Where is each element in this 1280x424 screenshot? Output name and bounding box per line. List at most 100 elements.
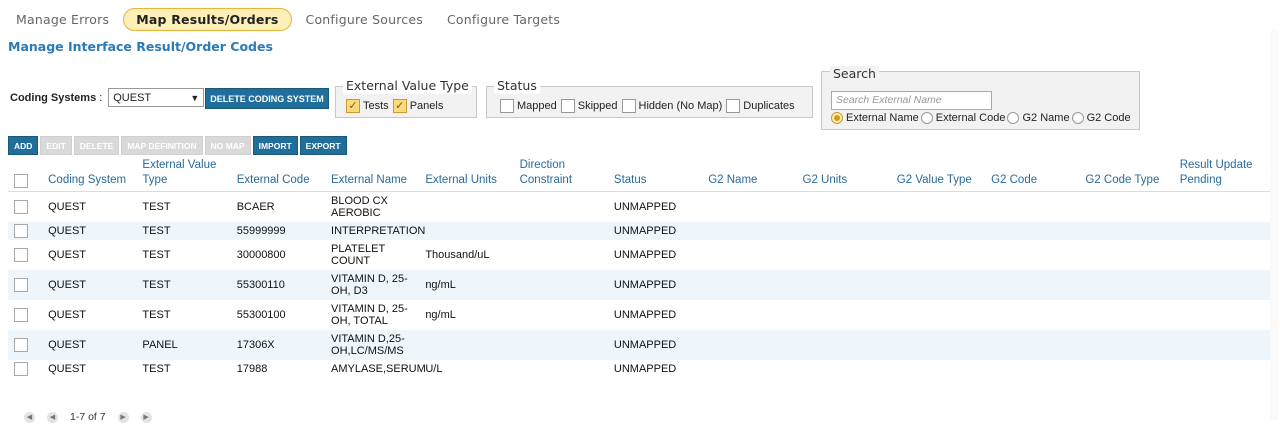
- first-page-icon[interactable]: ◀: [24, 411, 35, 423]
- row-checkbox[interactable]: [14, 307, 28, 322]
- export-button[interactable]: EXPORT: [299, 136, 347, 155]
- cell-status: UNMAPPED: [613, 329, 709, 360]
- table-row[interactable]: QUEST TEST 55300100 VITAMIN D, 25-OH, TO…: [8, 299, 1270, 330]
- cell-coding-system: QUEST: [48, 329, 143, 360]
- col-result-update-pending[interactable]: Result Update Pending: [1179, 158, 1270, 192]
- cell-coding-system: QUEST: [48, 359, 143, 378]
- cell-status: UNMAPPED: [613, 359, 709, 378]
- cell-coding-system: QUEST: [48, 269, 143, 300]
- cell-units: ng/mL: [425, 269, 520, 300]
- radio-g2-name[interactable]: G2 Name: [1007, 112, 1070, 124]
- coding-system-select[interactable]: QUEST ▼: [108, 88, 205, 107]
- cell-units: ng/mL: [425, 299, 520, 330]
- cell-coding-system: QUEST: [48, 299, 143, 330]
- status-legend: Status: [494, 78, 540, 94]
- cell-direction: [519, 269, 614, 300]
- select-all-checkbox[interactable]: [14, 174, 28, 188]
- no-map-button[interactable]: NO MAP: [204, 136, 251, 155]
- cell-status: UNMAPPED: [613, 269, 709, 300]
- tab-configure-sources[interactable]: Configure Sources: [296, 8, 433, 31]
- table-row[interactable]: QUEST TEST 55999999 INTERPRETATION UNMAP…: [8, 221, 1270, 240]
- col-external-code[interactable]: External Code: [236, 158, 332, 192]
- row-checkbox[interactable]: [14, 361, 28, 376]
- next-page-icon[interactable]: ▶: [117, 411, 129, 423]
- import-button[interactable]: IMPORT: [252, 136, 298, 155]
- tab-map-results-orders[interactable]: Map Results/Orders: [123, 7, 292, 31]
- cell-code: 55999999: [236, 221, 332, 240]
- table-row[interactable]: QUEST TEST 17988 AMYLASE,SERUM U/L UNMAP…: [8, 359, 1270, 378]
- delete-button[interactable]: DELETE: [73, 136, 120, 155]
- row-checkbox[interactable]: [14, 223, 28, 238]
- skipped-checkbox[interactable]: Skipped: [560, 99, 618, 113]
- cell-type: TEST: [142, 239, 237, 270]
- cell-type: TEST: [142, 359, 237, 378]
- add-button[interactable]: ADD: [8, 136, 39, 155]
- last-page-icon[interactable]: ▶: [140, 411, 152, 423]
- table-row[interactable]: QUEST TEST 30000800 PLATELET COUNT Thous…: [8, 239, 1270, 270]
- prev-page-icon[interactable]: ◀: [47, 411, 58, 423]
- coding-system-selected: QUEST: [113, 91, 152, 104]
- col-g2-units[interactable]: G2 Units: [802, 158, 897, 192]
- skipped-label: Skipped: [577, 100, 618, 112]
- duplicates-checkbox[interactable]: Duplicates: [726, 99, 795, 113]
- panels-checkbox[interactable]: ✓ Panels: [392, 99, 443, 113]
- search-fieldset: Search Search External Name External Nam…: [821, 66, 1140, 130]
- delete-coding-system-button[interactable]: DELETE CODING SYSTEM: [205, 88, 329, 109]
- tab-bar: Manage Errors Map Results/Orders Configu…: [6, 6, 574, 32]
- chevron-down-icon: ▼: [190, 92, 200, 103]
- table-row[interactable]: QUEST TEST BCAER BLOOD CX AEROBIC UNMAPP…: [8, 191, 1270, 222]
- external-value-type-fieldset: External Value Type ✓ Tests ✓ Panels: [335, 78, 477, 118]
- tests-checkbox[interactable]: ✓ Tests: [346, 99, 389, 113]
- col-coding-system[interactable]: Coding System: [48, 158, 143, 192]
- map-definition-button[interactable]: MAP DEFINITION: [121, 136, 203, 155]
- hidden-no-map-checkbox[interactable]: Hidden (No Map): [621, 99, 722, 113]
- tests-label: Tests: [363, 100, 389, 112]
- radio-external-name-label: External Name: [846, 112, 919, 124]
- row-checkbox[interactable]: [14, 247, 28, 262]
- page-title: Manage Interface Result/Order Codes: [8, 39, 273, 54]
- cell-units: Thousand/uL: [425, 239, 520, 270]
- coding-systems-group: Coding Systems : QUEST ▼: [10, 88, 205, 107]
- col-g2-code[interactable]: G2 Code: [991, 158, 1086, 192]
- duplicates-label: Duplicates: [743, 100, 795, 112]
- cell-direction: [519, 221, 614, 240]
- cell-name: BLOOD CX AEROBIC: [331, 191, 426, 222]
- row-checkbox[interactable]: [14, 277, 28, 292]
- select-all-cell: [8, 158, 49, 192]
- row-checkbox[interactable]: [14, 199, 28, 214]
- cell-direction: [519, 239, 614, 270]
- check-icon: ✓: [392, 99, 407, 113]
- edit-button[interactable]: EDIT: [40, 136, 72, 155]
- col-g2-name[interactable]: G2 Name: [708, 158, 803, 192]
- col-external-value-type[interactable]: External Value Type: [142, 158, 237, 192]
- cell-name: VITAMIN D, 25-OH, D3: [331, 269, 426, 300]
- table-row[interactable]: QUEST TEST 55300110 VITAMIN D, 25-OH, D3…: [8, 269, 1270, 300]
- cell-units: [425, 191, 520, 222]
- radio-g2-code[interactable]: G2 Code: [1071, 112, 1131, 124]
- cell-code: 55300110: [236, 269, 332, 300]
- cell-direction: [519, 299, 614, 330]
- cell-direction: [519, 329, 614, 360]
- codes-table: Coding System External Value Type Extern…: [8, 158, 1270, 378]
- tab-configure-targets[interactable]: Configure Targets: [437, 8, 570, 31]
- radio-external-code[interactable]: External Code: [920, 112, 1005, 124]
- radio-external-name[interactable]: External Name: [831, 112, 919, 124]
- col-g2-value-type[interactable]: G2 Value Type: [896, 158, 992, 192]
- col-g2-code-type[interactable]: G2 Code Type: [1085, 158, 1180, 192]
- cell-status: UNMAPPED: [613, 221, 709, 240]
- tab-manage-errors[interactable]: Manage Errors: [6, 8, 119, 31]
- row-checkbox[interactable]: [14, 337, 28, 352]
- cell-type: TEST: [142, 299, 237, 330]
- table-row[interactable]: QUEST PANEL 17306X VITAMIN D,25-OH,LC/MS…: [8, 329, 1270, 360]
- col-external-name[interactable]: External Name: [331, 158, 426, 192]
- col-direction-constraint[interactable]: Direction Constraint: [519, 158, 614, 192]
- cell-direction: [519, 359, 614, 378]
- radio-g2-name-label: G2 Name: [1022, 112, 1070, 124]
- page-scrollbar[interactable]: [1270, 30, 1278, 420]
- col-external-units[interactable]: External Units: [425, 158, 520, 192]
- col-status[interactable]: Status: [613, 158, 709, 192]
- check-icon: ✓: [346, 99, 360, 113]
- search-input[interactable]: Search External Name: [831, 91, 992, 110]
- mapped-checkbox[interactable]: Mapped: [500, 99, 557, 113]
- pager: ◀ ◀ 1-7 of 7 ▶ ▶: [24, 411, 164, 423]
